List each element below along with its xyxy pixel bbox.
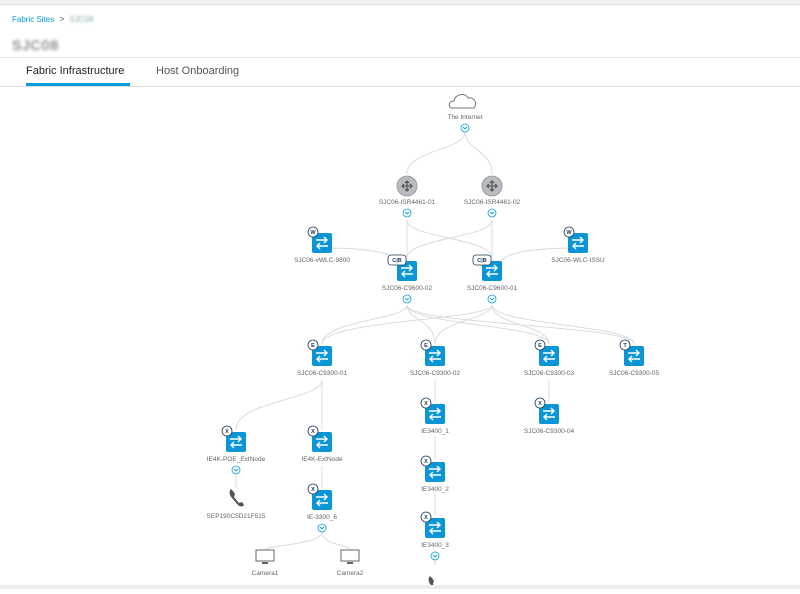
- edge-node[interactable]: E SJC06-C9300-03: [524, 339, 575, 377]
- role-badge: X: [424, 401, 428, 407]
- role-badge: E: [424, 343, 428, 349]
- extended-node-label: IE3400_1: [421, 428, 449, 435]
- extended-node[interactable]: X SJC06-C9300-04: [524, 397, 575, 435]
- router-node[interactable]: SJC06-ISR4461-02: [464, 175, 521, 218]
- tab-fabric-infrastructure[interactable]: Fabric Infrastructure: [26, 65, 124, 77]
- ip-phone-icon: [229, 489, 244, 507]
- breadcrumb-separator: >: [59, 14, 65, 24]
- cloud-icon: [448, 93, 477, 109]
- role-badge: W: [310, 230, 316, 236]
- wlc-label: SJC06-vWLC-9800: [294, 257, 350, 264]
- internet-node[interactable]: The Internet: [447, 93, 483, 133]
- chevron-down-icon: [487, 294, 497, 304]
- wlc-node[interactable]: W SJC06-vWLC-9800: [294, 226, 350, 264]
- role-badge: X: [424, 515, 428, 521]
- chevron-down-icon: [487, 208, 497, 218]
- breadcrumb: Fabric Sites > SJC08: [12, 14, 94, 24]
- tab-host-onboarding[interactable]: Host Onboarding: [156, 65, 239, 77]
- router-label: SJC06-ISR4461-02: [464, 199, 521, 206]
- router-label: SJC06-ISR4461-01: [379, 199, 436, 206]
- role-badge: X: [424, 459, 428, 465]
- endpoint-node[interactable]: Camera2: [337, 549, 364, 577]
- chevron-down-icon: [402, 294, 412, 304]
- role-badge: X: [311, 487, 315, 493]
- breadcrumb-current: SJC08: [69, 14, 94, 24]
- router-node[interactable]: SJC06-ISR4461-01: [379, 175, 436, 218]
- wlc-label: SJC06-WLC-ISSU: [551, 257, 605, 264]
- chevron-down-icon: [460, 123, 470, 133]
- edge-node[interactable]: T SJC06-C9300-05: [609, 339, 660, 377]
- extended-node[interactable]: X IE4K-ExtNode: [301, 425, 343, 463]
- extended-node[interactable]: X IE3400_3: [420, 511, 449, 561]
- role-badge: E: [311, 343, 315, 349]
- endpoint-node[interactable]: Camera1: [252, 549, 279, 577]
- extended-node[interactable]: X IE-3300_6: [307, 483, 337, 533]
- role-badge: X: [311, 429, 315, 435]
- monitor-icon: [340, 549, 360, 564]
- border-node[interactable]: C|B SJC06-C9600-01: [467, 254, 518, 304]
- internet-label: The Internet: [447, 114, 482, 121]
- extended-node[interactable]: X IE3400_1: [420, 397, 449, 435]
- breadcrumb-fabric-sites-link[interactable]: Fabric Sites: [12, 15, 54, 24]
- chevron-down-icon: [231, 465, 241, 475]
- monitor-icon: [255, 549, 275, 564]
- extended-node-label: IE4K-ExtNode: [301, 456, 343, 463]
- chevron-down-icon: [430, 551, 440, 561]
- border-node[interactable]: C|B SJC06-C9600-02: [382, 254, 433, 304]
- extended-node-label: IE3400_2: [421, 486, 449, 493]
- role-badge: C|B: [477, 258, 487, 264]
- edge-label: SJC06-C9300-02: [410, 370, 461, 377]
- endpoint-node[interactable]: SEP190C5D21F515: [207, 489, 266, 520]
- edge-node[interactable]: E SJC06-C9300-02: [410, 339, 461, 377]
- wlc-node[interactable]: W SJC06-WLC-ISSU: [551, 226, 605, 264]
- border-label: SJC06-C9600-02: [382, 285, 433, 292]
- extended-node-label: IE-3300_6: [307, 514, 337, 521]
- bottom-bar: [0, 585, 800, 589]
- endpoint-label: Camera1: [252, 570, 279, 577]
- extended-node-label: SJC06-C9300-04: [524, 428, 575, 435]
- extended-node-label: IE4K-POE_ExtNode: [207, 456, 266, 463]
- router-icon: [396, 175, 418, 197]
- role-badge: X: [538, 401, 542, 407]
- top-bar: [0, 0, 800, 5]
- extended-node-label: IE3400_3: [421, 542, 449, 549]
- chevron-down-icon: [317, 523, 327, 533]
- router-icon: [481, 175, 503, 197]
- endpoint-label: Camera2: [337, 570, 364, 577]
- page-title: SJC08: [12, 37, 60, 53]
- edge-node[interactable]: E SJC06-C9300-01: [297, 339, 348, 377]
- edge-label: SJC06-C9300-01: [297, 370, 348, 377]
- role-badge: C|B: [392, 258, 402, 264]
- role-badge: E: [538, 343, 542, 349]
- endpoint-label: SEP190C5D21F515: [207, 513, 266, 520]
- edge-label: SJC06-C9300-03: [524, 370, 575, 377]
- border-label: SJC06-C9600-01: [467, 285, 518, 292]
- role-badge: W: [566, 230, 572, 236]
- extended-node[interactable]: X IE3400_2: [420, 455, 449, 493]
- extended-node[interactable]: X IE4K-POE_ExtNode: [207, 425, 266, 475]
- edge-label: SJC06-C9300-05: [609, 370, 660, 377]
- role-badge: X: [225, 429, 229, 435]
- tab-bar: Fabric Infrastructure Host Onboarding: [0, 57, 800, 87]
- chevron-down-icon: [402, 208, 412, 218]
- topology-canvas[interactable]: The Internet SJC06-ISR4461-01 SJC06-ISR4…: [0, 86, 800, 589]
